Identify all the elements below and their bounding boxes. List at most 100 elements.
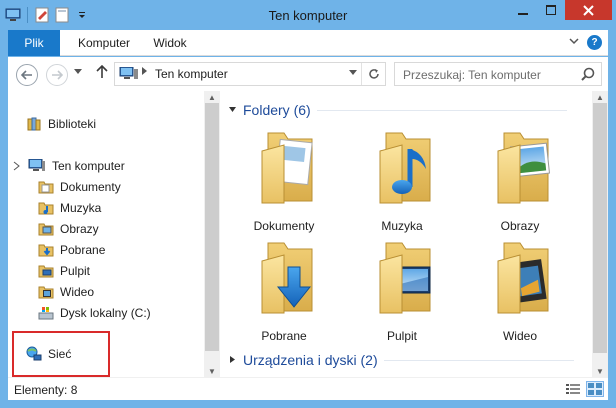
expand-arrow-icon[interactable] <box>12 161 22 171</box>
group-title: Foldery (6) <box>243 102 311 118</box>
search-icon[interactable] <box>581 67 595 84</box>
folder-tile-desktop[interactable]: Pulpit <box>352 237 452 347</box>
downloads-folder-icon <box>261 242 313 314</box>
nav-item-desktop[interactable]: Pulpit <box>38 261 90 281</box>
details-view-button[interactable] <box>564 381 582 397</box>
music-folder-icon <box>379 132 431 204</box>
folder-tile-music[interactable]: Muzyka <box>352 127 452 237</box>
forward-arrow-icon <box>52 70 63 80</box>
minimize-icon <box>518 13 528 15</box>
navigation-pane: Biblioteki Ten komputer Dokumenty Muzyka… <box>8 91 220 377</box>
tile-label: Pobrane <box>261 329 307 343</box>
explorer-window: Ten komputer Plik Komputer Widok ? Ten k… <box>0 0 616 408</box>
music-icon <box>38 202 54 215</box>
folder-tile-downloads[interactable]: Pobrane <box>234 237 334 347</box>
view-switcher <box>564 381 604 397</box>
scroll-up-icon[interactable]: ▲ <box>592 91 608 103</box>
drive-icon <box>38 307 54 320</box>
group-header-folders[interactable]: Foldery (6) <box>228 100 584 120</box>
maximize-button[interactable] <box>537 0 565 20</box>
status-bar: Elementy: 8 <box>8 377 608 400</box>
content-pane: Foldery (6) Dokumenty Muzyka Obrazy Pobr… <box>220 91 592 377</box>
collapse-chevron-icon[interactable] <box>228 355 237 366</box>
desktop-folder-icon <box>379 242 431 314</box>
documents-icon <box>38 181 54 194</box>
folder-tile-video[interactable]: Wideo <box>470 237 570 347</box>
scrollbar-thumb[interactable] <box>593 103 607 353</box>
video-icon <box>38 286 54 299</box>
content-scrollbar[interactable]: ▲ ▼ <box>592 91 608 377</box>
nav-item-documents[interactable]: Dokumenty <box>38 177 121 197</box>
details-view-icon <box>566 384 580 394</box>
scroll-up-icon[interactable]: ▲ <box>204 91 220 103</box>
nav-item-label: Muzyka <box>60 201 102 215</box>
scrollbar-thumb[interactable] <box>205 103 219 351</box>
window-controls <box>509 0 612 20</box>
nav-item-this-pc[interactable]: Ten komputer <box>12 156 125 176</box>
nav-item-label: Biblioteki <box>48 117 97 131</box>
item-count: Elementy: 8 <box>14 383 78 397</box>
documents-folder-icon <box>261 132 313 204</box>
group-title: Urządzenia i dyski (2) <box>243 352 378 368</box>
scroll-down-icon[interactable]: ▼ <box>204 365 220 377</box>
expand-ribbon-icon[interactable] <box>569 37 579 49</box>
nav-item-downloads[interactable]: Pobrane <box>38 240 105 260</box>
close-button[interactable] <box>565 0 612 20</box>
nav-item-label: Obrazy <box>60 222 99 236</box>
pictures-icon <box>38 223 54 236</box>
address-history-icon[interactable] <box>349 68 357 78</box>
address-toolbar: Ten komputer Przeszukaj: Ten komputer <box>8 57 608 91</box>
downloads-icon <box>38 244 54 257</box>
group-header-devices[interactable]: Urządzenia i dyski (2) <box>228 350 584 370</box>
nav-item-label: Pulpit <box>60 264 91 278</box>
nav-item-label: Wideo <box>60 285 95 299</box>
nav-item-video[interactable]: Wideo <box>38 282 94 302</box>
tab-computer[interactable]: Komputer <box>68 30 140 56</box>
computer-icon <box>119 66 139 84</box>
back-button[interactable] <box>16 64 38 86</box>
ribbon-tabs: Plik Komputer Widok ? <box>8 30 608 56</box>
search-input[interactable]: Przeszukaj: Ten komputer <box>394 62 602 86</box>
recent-locations-icon[interactable] <box>74 67 82 77</box>
tile-label: Muzyka <box>381 219 423 233</box>
ribbon-controls: ? <box>569 35 602 50</box>
folder-tile-pictures[interactable]: Obrazy <box>470 127 570 237</box>
maximize-icon <box>546 5 556 15</box>
nav-item-local-disk[interactable]: Dysk lokalny (C:) <box>38 303 151 323</box>
nav-item-pictures[interactable]: Obrazy <box>38 219 99 239</box>
title-bar: Ten komputer <box>0 0 616 30</box>
folder-tile-documents[interactable]: Dokumenty <box>234 127 334 237</box>
tab-file[interactable]: Plik <box>8 30 60 56</box>
breadcrumb-separator-icon[interactable] <box>142 67 148 78</box>
up-arrow-icon[interactable] <box>96 64 108 82</box>
pictures-folder-icon <box>497 132 551 204</box>
scroll-down-icon[interactable]: ▼ <box>592 365 608 377</box>
back-arrow-icon <box>21 70 32 80</box>
forward-button[interactable] <box>46 64 68 86</box>
large-icons-view-button[interactable] <box>586 381 604 397</box>
network-highlight-box <box>12 331 110 377</box>
libraries-icon <box>27 117 41 131</box>
collapse-chevron-icon[interactable] <box>228 105 237 116</box>
tile-label: Dokumenty <box>253 219 315 233</box>
tab-view[interactable]: Widok <box>144 30 196 56</box>
breadcrumb-this-pc[interactable]: Ten komputer <box>155 67 228 81</box>
close-icon <box>583 4 594 16</box>
search-placeholder: Przeszukaj: Ten komputer <box>403 68 541 82</box>
address-bar[interactable]: Ten komputer <box>114 62 386 86</box>
nav-item-label: Ten komputer <box>52 159 125 173</box>
tile-label: Obrazy <box>500 219 540 233</box>
tile-label: Pulpit <box>386 329 418 343</box>
nav-item-label: Dysk lokalny (C:) <box>60 306 151 320</box>
nav-item-music[interactable]: Muzyka <box>38 198 101 218</box>
refresh-icon <box>368 69 379 79</box>
minimize-button[interactable] <box>509 0 537 20</box>
navigation-scrollbar[interactable]: ▲ ▼ <box>204 91 220 377</box>
tile-label: Wideo <box>502 329 537 343</box>
computer-icon <box>28 159 45 171</box>
nav-item-libraries[interactable]: Biblioteki <box>26 114 96 134</box>
refresh-button[interactable] <box>361 63 385 85</box>
video-folder-icon <box>497 242 549 314</box>
help-icon[interactable]: ? <box>587 35 602 50</box>
nav-item-label: Dokumenty <box>60 180 121 194</box>
